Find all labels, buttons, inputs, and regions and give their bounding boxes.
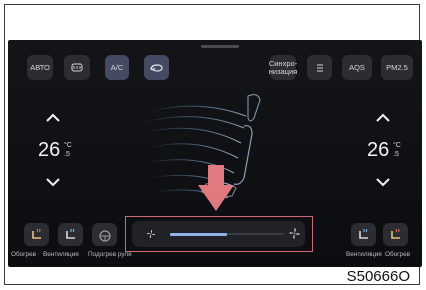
pm25-button[interactable]: PM2.5 [381, 55, 413, 80]
driver-seat-heat-button[interactable] [24, 223, 49, 246]
rear-defrost-button[interactable] [64, 55, 90, 80]
aqs-button[interactable]: AQS [342, 55, 372, 80]
seat-heat-icon [390, 228, 400, 239]
pm25-label: PM2.5 [386, 62, 408, 72]
ac-label: A/C [110, 62, 124, 72]
auto-button[interactable]: АВТО [27, 55, 53, 80]
right-temp-up-chevron-icon[interactable] [376, 113, 390, 122]
label-heating-left: Обогрев [11, 251, 37, 258]
label-ventilation-left: Вентиляция [43, 251, 79, 258]
label-steering-heat: Подогрев руля [88, 251, 132, 258]
label-ventilation-right: Вентиляция [346, 251, 382, 258]
ac-button[interactable]: A/C [105, 55, 129, 80]
left-temp-decimal: .5 [64, 151, 70, 158]
pull-handle[interactable] [201, 45, 239, 48]
seat-vent-icon [358, 228, 368, 239]
left-temp-down-chevron-icon[interactable] [46, 178, 60, 187]
rear-defrost-icon [71, 63, 83, 73]
auto-label: АВТО [30, 62, 50, 72]
right-temp-value: 26 [367, 139, 390, 161]
passenger-seat-heat-button[interactable] [383, 223, 408, 246]
seat-heat-icon [31, 228, 41, 239]
figure-code: S50666O [346, 268, 410, 285]
recirculation-icon [149, 63, 165, 73]
front-defrost-icon [315, 63, 325, 73]
left-temp-unit: °C [64, 142, 72, 149]
recirculation-button[interactable] [144, 55, 169, 80]
left-temp-up-chevron-icon[interactable] [46, 113, 60, 122]
right-temp-unit: °C [393, 142, 401, 149]
fan-highlight-box [125, 216, 313, 252]
seat-vent-icon [65, 228, 75, 239]
left-temperature: 26 °C .5 [38, 139, 72, 162]
label-heating-right: Обогрев [385, 251, 411, 258]
front-defrost-button[interactable] [307, 55, 332, 80]
driver-seat-vent-button[interactable] [58, 223, 83, 246]
steering-heat-button[interactable] [92, 223, 117, 246]
sync-button[interactable]: Синхро- низация [268, 55, 298, 80]
climate-screen: АВТО A/C Синхро- низация AQS PM2.5 26 °C… [8, 40, 422, 267]
right-temperature: 26 °C .5 [367, 139, 401, 162]
right-temp-decimal: .5 [393, 151, 399, 158]
passenger-seat-vent-button[interactable] [351, 223, 376, 246]
right-temp-down-chevron-icon[interactable] [376, 178, 390, 187]
downward-arrow-icon [198, 165, 234, 211]
left-temp-value: 26 [38, 139, 61, 161]
sync-label: Синхро- низация [268, 58, 298, 76]
aqs-label: AQS [349, 62, 365, 72]
steering-wheel-icon [98, 229, 111, 242]
